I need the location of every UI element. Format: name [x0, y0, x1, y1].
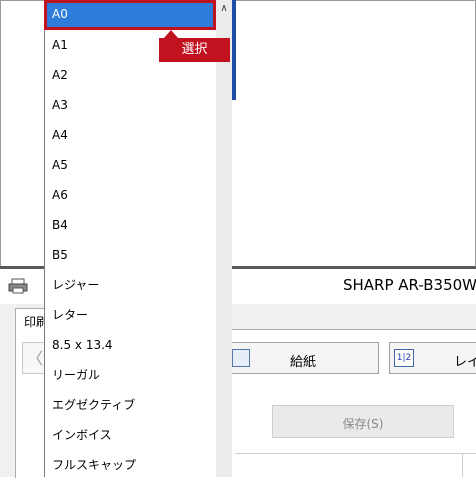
list-item-a2[interactable]: A2 — [46, 60, 216, 90]
list-item-b5[interactable]: B5 — [46, 240, 216, 270]
layout-label: レイ — [454, 355, 476, 370]
layout-icon: 1|2 — [394, 349, 414, 367]
save-label: 保存(S) — [342, 417, 384, 431]
save-button[interactable]: 保存(S) — [272, 405, 454, 438]
list-item-a5[interactable]: A5 — [46, 150, 216, 180]
list-item-foolscap[interactable]: フルスキャップ — [46, 450, 216, 477]
list-item-8-5x13-4[interactable]: 8.5 x 13.4 — [46, 330, 216, 360]
list-item-ledger[interactable]: レジャー — [46, 270, 216, 300]
section-divider-vertical — [462, 453, 463, 477]
paper-size-dropdown[interactable]: A0 A1 A2 A3 A4 A5 A6 B4 B5 レジャー レター 8.5 … — [44, 0, 232, 477]
list-item-a3[interactable]: A3 — [46, 90, 216, 120]
list-item-a6[interactable]: A6 — [46, 180, 216, 210]
list-item-a4[interactable]: A4 — [46, 120, 216, 150]
window-accent-edge — [232, 0, 236, 100]
callout-pointer — [164, 30, 178, 38]
list-item-invoice[interactable]: インボイス — [46, 420, 216, 450]
callout-label: 選択 — [159, 38, 230, 62]
list-item-letter[interactable]: レター — [46, 300, 216, 330]
list-item-legal[interactable]: リーガル — [46, 360, 216, 390]
scroll-up-icon[interactable]: ∧ — [216, 0, 232, 18]
dropdown-scrollbar[interactable] — [216, 0, 232, 477]
printer-icon — [8, 278, 28, 294]
list-item-executive[interactable]: エグゼクティブ — [46, 390, 216, 420]
list-item-b4[interactable]: B4 — [46, 210, 216, 240]
paper-feed-button[interactable]: 給紙 — [227, 342, 379, 374]
selection-highlight-box — [44, 0, 216, 30]
dialog-title: SHARP AR-B350W — [343, 276, 476, 294]
paper-feed-label: 給紙 — [289, 355, 316, 370]
section-divider — [235, 453, 476, 454]
layout-button[interactable]: 1|2 レイ — [389, 342, 476, 374]
